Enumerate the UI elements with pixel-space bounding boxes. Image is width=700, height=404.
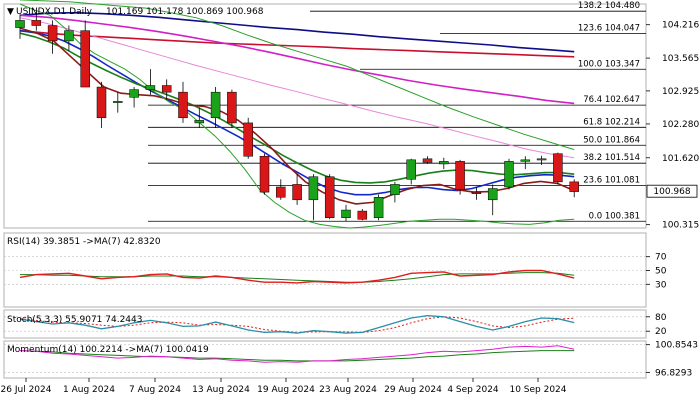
price-tick-label: 100.315 [662, 221, 699, 231]
candle-body [373, 196, 384, 218]
candle-body [569, 181, 579, 192]
candle-body [324, 176, 335, 218]
stochastic-label: Stoch(5,3,3) 55.9071 74.2443 [7, 315, 142, 325]
candle-body [210, 91, 221, 119]
candle-body [553, 153, 563, 183]
candle-body [161, 85, 172, 93]
date-tick-label: 1 Aug 2024 [63, 385, 115, 395]
candle-body [113, 101, 123, 103]
candle-body [292, 184, 302, 201]
candle-body [276, 186, 286, 198]
indicator-tick-label: 50 [655, 267, 667, 277]
chart-title: USINDX,D1 Daily [16, 7, 93, 17]
candle-body [357, 210, 368, 220]
date-tick-label: 4 Sep 2024 [447, 385, 499, 395]
candle-body [80, 30, 90, 88]
indicator-tick-label: 30 [655, 280, 667, 290]
date-tick-label: 19 Aug 2024 [257, 385, 315, 395]
date-tick-label: 23 Aug 2024 [319, 385, 377, 395]
candle-body [390, 184, 400, 195]
fib-level-label: 100.0 103.347 [578, 59, 640, 69]
candle-body [504, 161, 514, 188]
chart-window: 138.2 104.480 123.6 104.047 100.0 103.347 7… [0, 0, 700, 400]
fib-level-label: 38.2 101.514 [583, 153, 640, 163]
chart-ohlc-values: 101.169 101.178 100.869 100.968 [106, 7, 264, 17]
current-price-label: 100.968 [653, 187, 690, 197]
candle-body [15, 20, 25, 28]
fib-level-label: 61.8 102.214 [583, 117, 640, 127]
candle-body [31, 20, 42, 26]
chart-symbol-icon: ▼ [7, 7, 14, 17]
indicator-tick-label: 100.8543 [655, 341, 698, 351]
candle-body [178, 91, 188, 119]
candle-body [455, 161, 465, 190]
candle-body [243, 122, 253, 157]
trading-chart: 138.2 104.480 123.6 104.047 100.0 103.347 7… [0, 0, 700, 400]
candle-body [439, 161, 449, 165]
candle-body [308, 176, 319, 201]
candle-body [64, 30, 74, 42]
fib-level-label: 23.6 101.081 [583, 175, 640, 185]
indicator-tick-label: 80 [655, 313, 667, 323]
candle-body [471, 191, 482, 194]
price-tick-label: 104.216 [662, 21, 699, 31]
indicator-tick-label: 96.8293 [655, 368, 692, 378]
candle-body [47, 25, 58, 42]
candle-body [145, 85, 156, 90]
date-tick-label: 29 Aug 2024 [384, 385, 442, 395]
fib-level-label: 76.4 102.647 [583, 95, 640, 105]
indicator-tick-label: 70 [655, 253, 667, 263]
candle-body [487, 188, 498, 201]
candle-body [227, 91, 237, 124]
price-tick-label: 102.280 [662, 120, 699, 130]
date-tick-label: 13 Aug 2024 [192, 385, 250, 395]
fib-level-label: 138.2 104.480 [578, 1, 640, 11]
candle-body [194, 120, 205, 124]
candle-body [259, 155, 270, 193]
date-tick-label: 7 Aug 2024 [129, 385, 181, 395]
candle-body [520, 159, 531, 162]
fib-level-label: 0.0 100.381 [589, 211, 640, 221]
candle-body [129, 89, 139, 98]
rsi-label: RSI(14) 39.3851 ->MA(7) 42.8320 [7, 237, 161, 247]
date-tick-label: 10 Sep 2024 [509, 385, 566, 395]
momentum-label: Momentum(14) 100.2214 ->MA(7) 100.0419 [7, 345, 209, 355]
fib-level-label: 50.0 101.864 [583, 135, 640, 145]
indicator-tick-label: 20 [655, 327, 667, 337]
price-tick-label: 101.620 [662, 154, 699, 164]
date-tick-label: 26 Jul 2024 [1, 385, 52, 395]
price-tick-label: 103.565 [662, 54, 699, 64]
candle-body [406, 159, 416, 180]
candle-body [422, 158, 433, 163]
candle-body [96, 86, 107, 119]
price-tick-label: 102.925 [662, 87, 699, 97]
candle-body [536, 158, 547, 161]
candle-body [341, 209, 351, 218]
fib-level-label: 123.6 104.047 [578, 23, 640, 33]
